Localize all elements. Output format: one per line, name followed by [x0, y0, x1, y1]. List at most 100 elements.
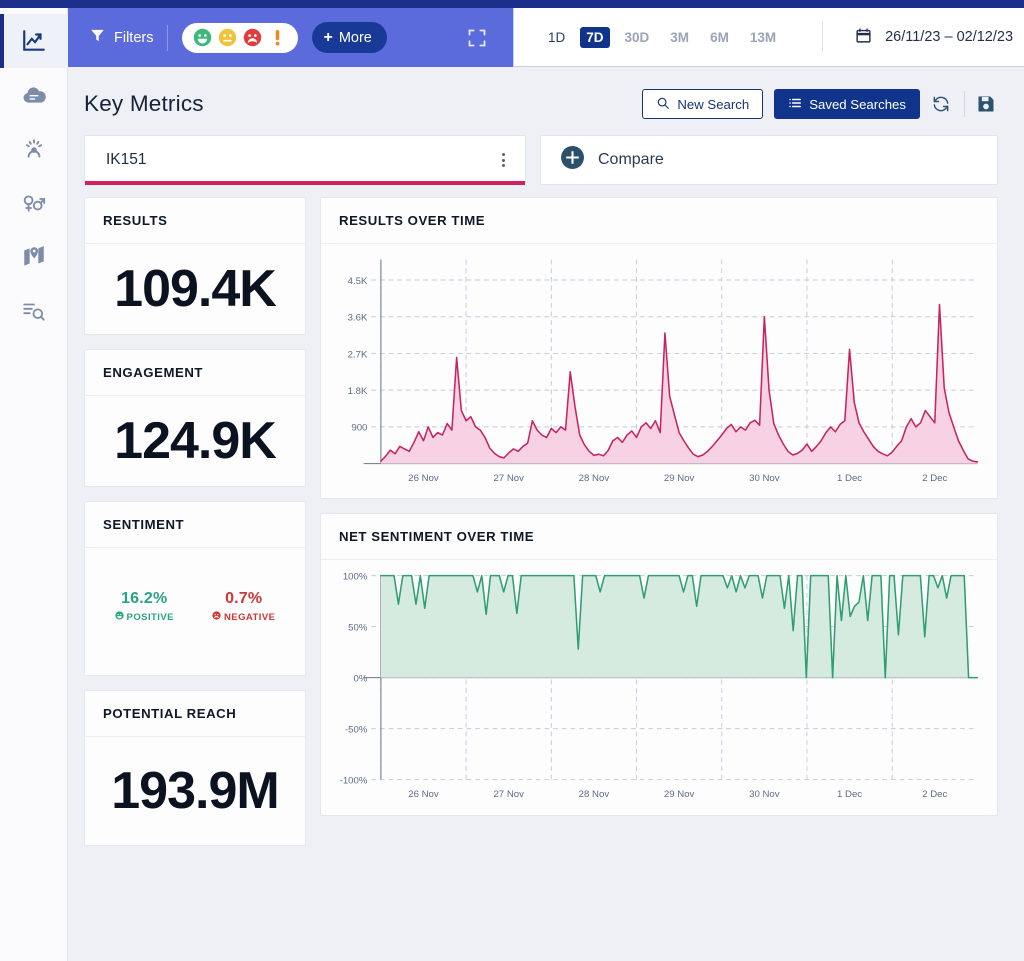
unclassified-icon[interactable]	[268, 28, 287, 47]
saved-searches-label: Saved Searches	[809, 96, 906, 112]
net-sentiment-chart-svg: -100% -50% 0% 50% 100% 26 Nov 27 Nov 28 Nov 29 N…	[340, 572, 979, 800]
sentiment-filter-group[interactable]	[182, 22, 299, 53]
svg-text:29 Nov: 29 Nov	[664, 473, 695, 484]
new-search-label: New Search	[677, 96, 750, 112]
action-divider	[964, 91, 965, 117]
svg-text:30 Nov: 30 Nov	[749, 789, 780, 800]
search-options-kebab-icon[interactable]	[498, 149, 509, 171]
expand-icon[interactable]	[467, 28, 487, 48]
sidebar-item-influencers[interactable]	[0, 122, 68, 176]
compare-button[interactable]: Compare	[540, 135, 998, 185]
potential-reach-card: POTENTIAL REACH 193.9M	[84, 690, 306, 846]
results-over-time-title: RESULTS OVER TIME	[321, 198, 997, 244]
svg-text:1 Dec: 1 Dec	[837, 789, 862, 800]
filters-label: Filters	[114, 29, 154, 46]
list-search-icon	[21, 298, 47, 324]
app-root: Filters + More 1D 7D 30D 3M 6M 13M 26/11…	[0, 0, 1024, 961]
svg-text:4.5K: 4.5K	[348, 276, 368, 287]
map-pin-icon	[21, 244, 47, 270]
svg-text:100%: 100%	[343, 572, 368, 583]
negative-value: 0.7%	[225, 590, 263, 607]
sidebar-item-word-cloud[interactable]	[0, 68, 68, 122]
potential-reach-value: 193.9M	[111, 762, 279, 820]
compare-label: Compare	[598, 151, 664, 168]
range-7d[interactable]: 7D	[580, 26, 610, 48]
net-sentiment-title: NET SENTIMENT OVER TIME	[321, 514, 997, 561]
range-30d[interactable]: 30D	[619, 27, 656, 48]
svg-text:29 Nov: 29 Nov	[664, 789, 695, 800]
positive-face-small-icon	[114, 611, 124, 623]
sidebar-item-locations[interactable]	[0, 230, 68, 284]
sidebar-top-accent	[0, 0, 68, 8]
funnel-icon	[90, 28, 105, 47]
range-6m[interactable]: 6M	[704, 27, 735, 48]
negative-face-icon[interactable]	[243, 28, 262, 47]
engagement-value: 124.9K	[114, 412, 277, 470]
date-range-picker[interactable]: 26/11/23 – 02/12/23	[823, 27, 1013, 48]
svg-text:-50%: -50%	[345, 725, 368, 736]
svg-text:50%: 50%	[348, 623, 368, 634]
engagement-card-body: 124.9K	[85, 396, 305, 486]
svg-text:27 Nov: 27 Nov	[493, 789, 524, 800]
negative-label: NEGATIVE	[223, 611, 276, 623]
net-sentiment-chart[interactable]: -100% -50% 0% 50% 100% 26 Nov 27 Nov 28 Nov 29 N…	[321, 560, 997, 814]
save-icon[interactable]	[976, 93, 998, 115]
active-search-label: IK151	[106, 151, 147, 168]
filters-button[interactable]: Filters	[90, 28, 153, 47]
sidebar-item-analytics[interactable]	[0, 14, 68, 68]
negative-label-row: NEGATIVE	[212, 611, 275, 623]
svg-text:1 Dec: 1 Dec	[837, 473, 862, 484]
neutral-face-icon[interactable]	[218, 28, 237, 47]
positive-label-row: POSITIVE	[114, 611, 174, 623]
metrics-column: RESULTS 109.4K ENGAGEMENT 124.9K SENTIME…	[84, 197, 306, 846]
range-1d[interactable]: 1D	[542, 27, 571, 48]
svg-text:900: 900	[351, 423, 367, 434]
svg-text:30 Nov: 30 Nov	[749, 473, 780, 484]
svg-text:2 Dec: 2 Dec	[922, 789, 947, 800]
potential-reach-card-body: 193.9M	[85, 737, 305, 845]
more-filters-button[interactable]: + More	[312, 22, 387, 53]
sentiment-card-body: 16.2% POSITIVE 0.7% NEGATIVE	[85, 548, 305, 675]
page-header: Key Metrics New Search Saved Searches	[68, 67, 1024, 119]
negative-face-small-icon	[212, 611, 221, 623]
filter-toolbar: Filters + More	[68, 8, 513, 67]
results-value: 109.4K	[114, 260, 277, 318]
date-range-value: 26/11/23 – 02/12/23	[885, 29, 1014, 45]
sidebar-nav	[0, 0, 68, 961]
list-icon	[788, 96, 802, 113]
range-3m[interactable]: 3M	[664, 27, 695, 48]
search-row: IK151 Compare	[68, 119, 1024, 185]
date-toolbar: 1D 7D 30D 3M 6M 13M 26/11/23 – 02/12/23	[513, 8, 1024, 67]
new-search-button[interactable]: New Search	[642, 89, 764, 119]
dashboard-page: Key Metrics New Search Saved Searches IK…	[68, 67, 1024, 961]
sidebar-item-demographics[interactable]	[0, 176, 68, 230]
top-accent-strip	[0, 0, 1024, 8]
svg-text:26 Nov: 26 Nov	[408, 473, 439, 484]
range-13m[interactable]: 13M	[744, 27, 782, 48]
toolbar-divider	[167, 24, 169, 51]
svg-text:2 Dec: 2 Dec	[922, 473, 947, 484]
sidebar-item-mentions[interactable]	[0, 284, 68, 338]
plus-circle-icon	[560, 145, 585, 175]
saved-searches-button[interactable]: Saved Searches	[774, 89, 920, 119]
trending-chart-icon	[21, 28, 47, 54]
engagement-card: ENGAGEMENT 124.9K	[84, 349, 306, 487]
active-search-chip[interactable]: IK151	[84, 135, 526, 185]
svg-text:2.7K: 2.7K	[348, 349, 368, 360]
plus-icon: +	[323, 28, 333, 46]
search-icon	[656, 96, 670, 113]
content-area: Filters + More 1D 7D 30D 3M 6M 13M 26/11…	[68, 8, 1024, 961]
svg-text:0%: 0%	[354, 674, 368, 685]
calendar-icon	[855, 27, 872, 48]
svg-text:-100%: -100%	[340, 776, 368, 787]
positive-face-icon[interactable]	[193, 28, 212, 47]
gender-symbols-icon	[21, 190, 47, 216]
svg-text:3.6K: 3.6K	[348, 313, 368, 324]
results-over-time-chart[interactable]: 900 1.8K 2.7K 3.6K 4.5K 26 Nov 27 Nov 28 Nov 29 …	[321, 244, 997, 498]
svg-text:27 Nov: 27 Nov	[493, 473, 524, 484]
header-actions: New Search Saved Searches	[642, 89, 998, 119]
results-over-time-card: RESULTS OVER TIME 900 1.8K 2.7K 3.6K 4.5K 26 …	[320, 197, 998, 500]
potential-reach-card-title: POTENTIAL REACH	[85, 691, 305, 737]
charts-column: RESULTS OVER TIME 900 1.8K 2.7K 3.6K 4.5K 26 …	[320, 197, 998, 846]
refresh-icon[interactable]	[931, 93, 953, 115]
